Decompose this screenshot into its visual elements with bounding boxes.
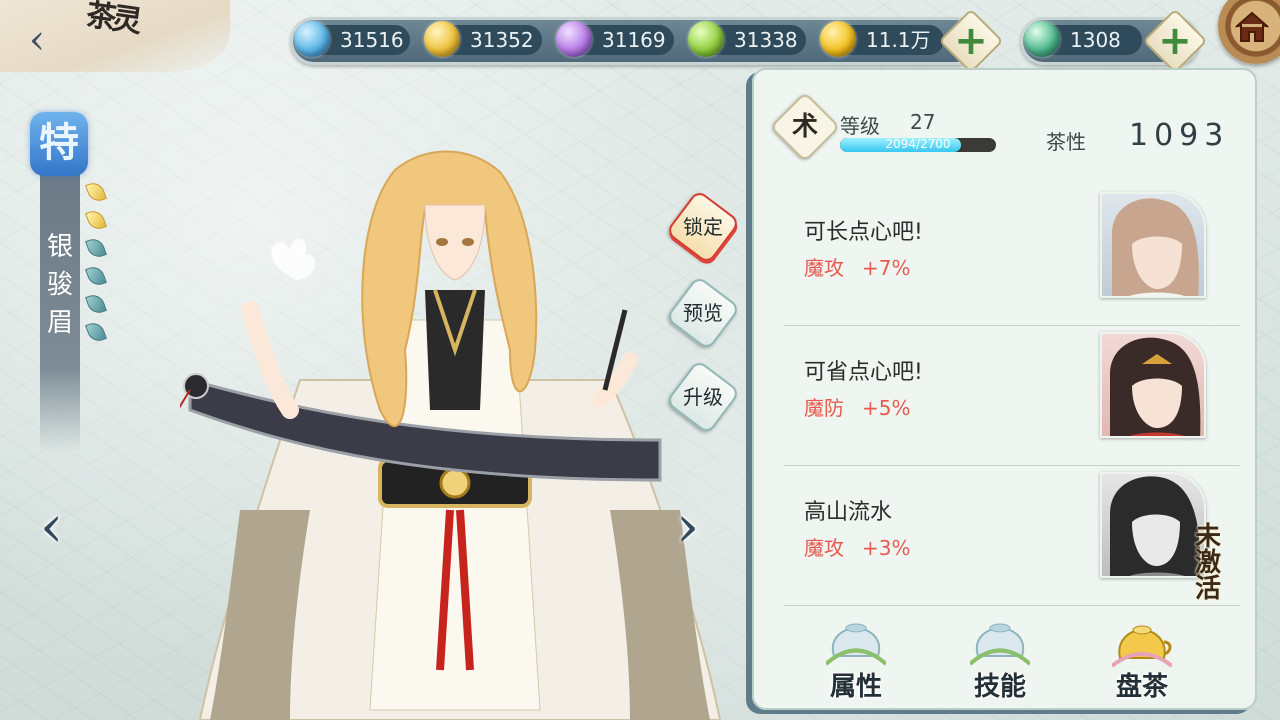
purple-gem-icon: [556, 21, 592, 57]
tab-attributes[interactable]: 属性: [806, 616, 906, 706]
bond-item[interactable]: 可省点心吧! 魔防 +5%: [784, 326, 1240, 466]
tab-tea[interactable]: 盘茶: [1092, 616, 1192, 706]
plus-icon: +: [954, 18, 988, 64]
character-illustration[interactable]: [117, 150, 740, 720]
bond-name: 可省点心吧!: [804, 360, 923, 385]
jade-icon: [1024, 21, 1060, 57]
gold-coin-icon: [820, 21, 856, 57]
chevron-left-icon: ‹: [29, 17, 45, 63]
green-gem-icon: [688, 21, 724, 57]
partner-portrait[interactable]: [1100, 332, 1206, 438]
tea-nature-label: 茶性: [1046, 130, 1086, 154]
tea-nature-value: 1093: [1129, 118, 1230, 153]
preview-button[interactable]: 预览: [665, 275, 741, 351]
partner-portrait[interactable]: [1100, 192, 1206, 298]
logo: 茶灵: [83, 0, 141, 40]
upgrade-button[interactable]: 升级: [665, 359, 741, 435]
currency-green-gem: 31338: [688, 21, 806, 57]
teacup-icon: [970, 623, 1030, 666]
currency-gold-coin: 11.1万: [820, 21, 944, 57]
info-panel: 术 等级 27 2094/2700 茶性 1093 可长点心吧! 魔攻 +7% 可…: [752, 68, 1257, 710]
currency-blue-gem: 31516: [294, 21, 410, 57]
plus-icon: +: [1158, 18, 1192, 64]
prev-character-button[interactable]: ‹: [40, 496, 63, 556]
bond-bonus: 魔攻 +7%: [804, 256, 911, 280]
chevron-right-icon: ›: [676, 492, 700, 560]
bond-bonus: 魔攻 +3%: [804, 536, 911, 560]
home-icon: [1235, 11, 1269, 42]
lock-button[interactable]: 锁定: [665, 189, 741, 265]
next-character-button[interactable]: ›: [676, 496, 699, 556]
exp-text: 2094/2700: [885, 138, 951, 151]
back-button[interactable]: ‹: [22, 18, 52, 62]
tab-skills[interactable]: 技能: [950, 616, 1050, 706]
bond-bonus: 魔防 +5%: [804, 396, 911, 420]
chevron-left-icon: ‹: [40, 492, 64, 560]
currency-jade: 1308: [1024, 21, 1142, 57]
upgrade-label: 升级: [683, 385, 723, 409]
currency-gold-gem: 31352: [424, 21, 542, 57]
currency-purple-gem: 31169: [556, 21, 674, 57]
rarity-badge: 特: [30, 112, 88, 176]
type-badge: 术: [769, 91, 841, 163]
teacup-icon: [826, 623, 886, 666]
teapot-icon: [1112, 625, 1172, 668]
inactive-tag: 未激活: [1194, 522, 1221, 604]
bond-item[interactable]: 高山流水 魔攻 +3% 未激活: [784, 466, 1240, 606]
blue-gem-icon: [294, 21, 330, 57]
level-label: 等级: [840, 114, 880, 138]
exp-bar: 2094/2700: [840, 138, 996, 152]
character-name: 银骏眉: [46, 232, 73, 338]
level-value: 27: [910, 110, 936, 134]
preview-label: 预览: [683, 301, 723, 325]
lock-label: 锁定: [683, 215, 723, 239]
bond-name: 可长点心吧!: [804, 220, 923, 245]
gold-gem-icon: [424, 21, 460, 57]
bond-item[interactable]: 可长点心吧! 魔攻 +7%: [784, 186, 1240, 326]
bond-name: 高山流水: [804, 500, 893, 525]
